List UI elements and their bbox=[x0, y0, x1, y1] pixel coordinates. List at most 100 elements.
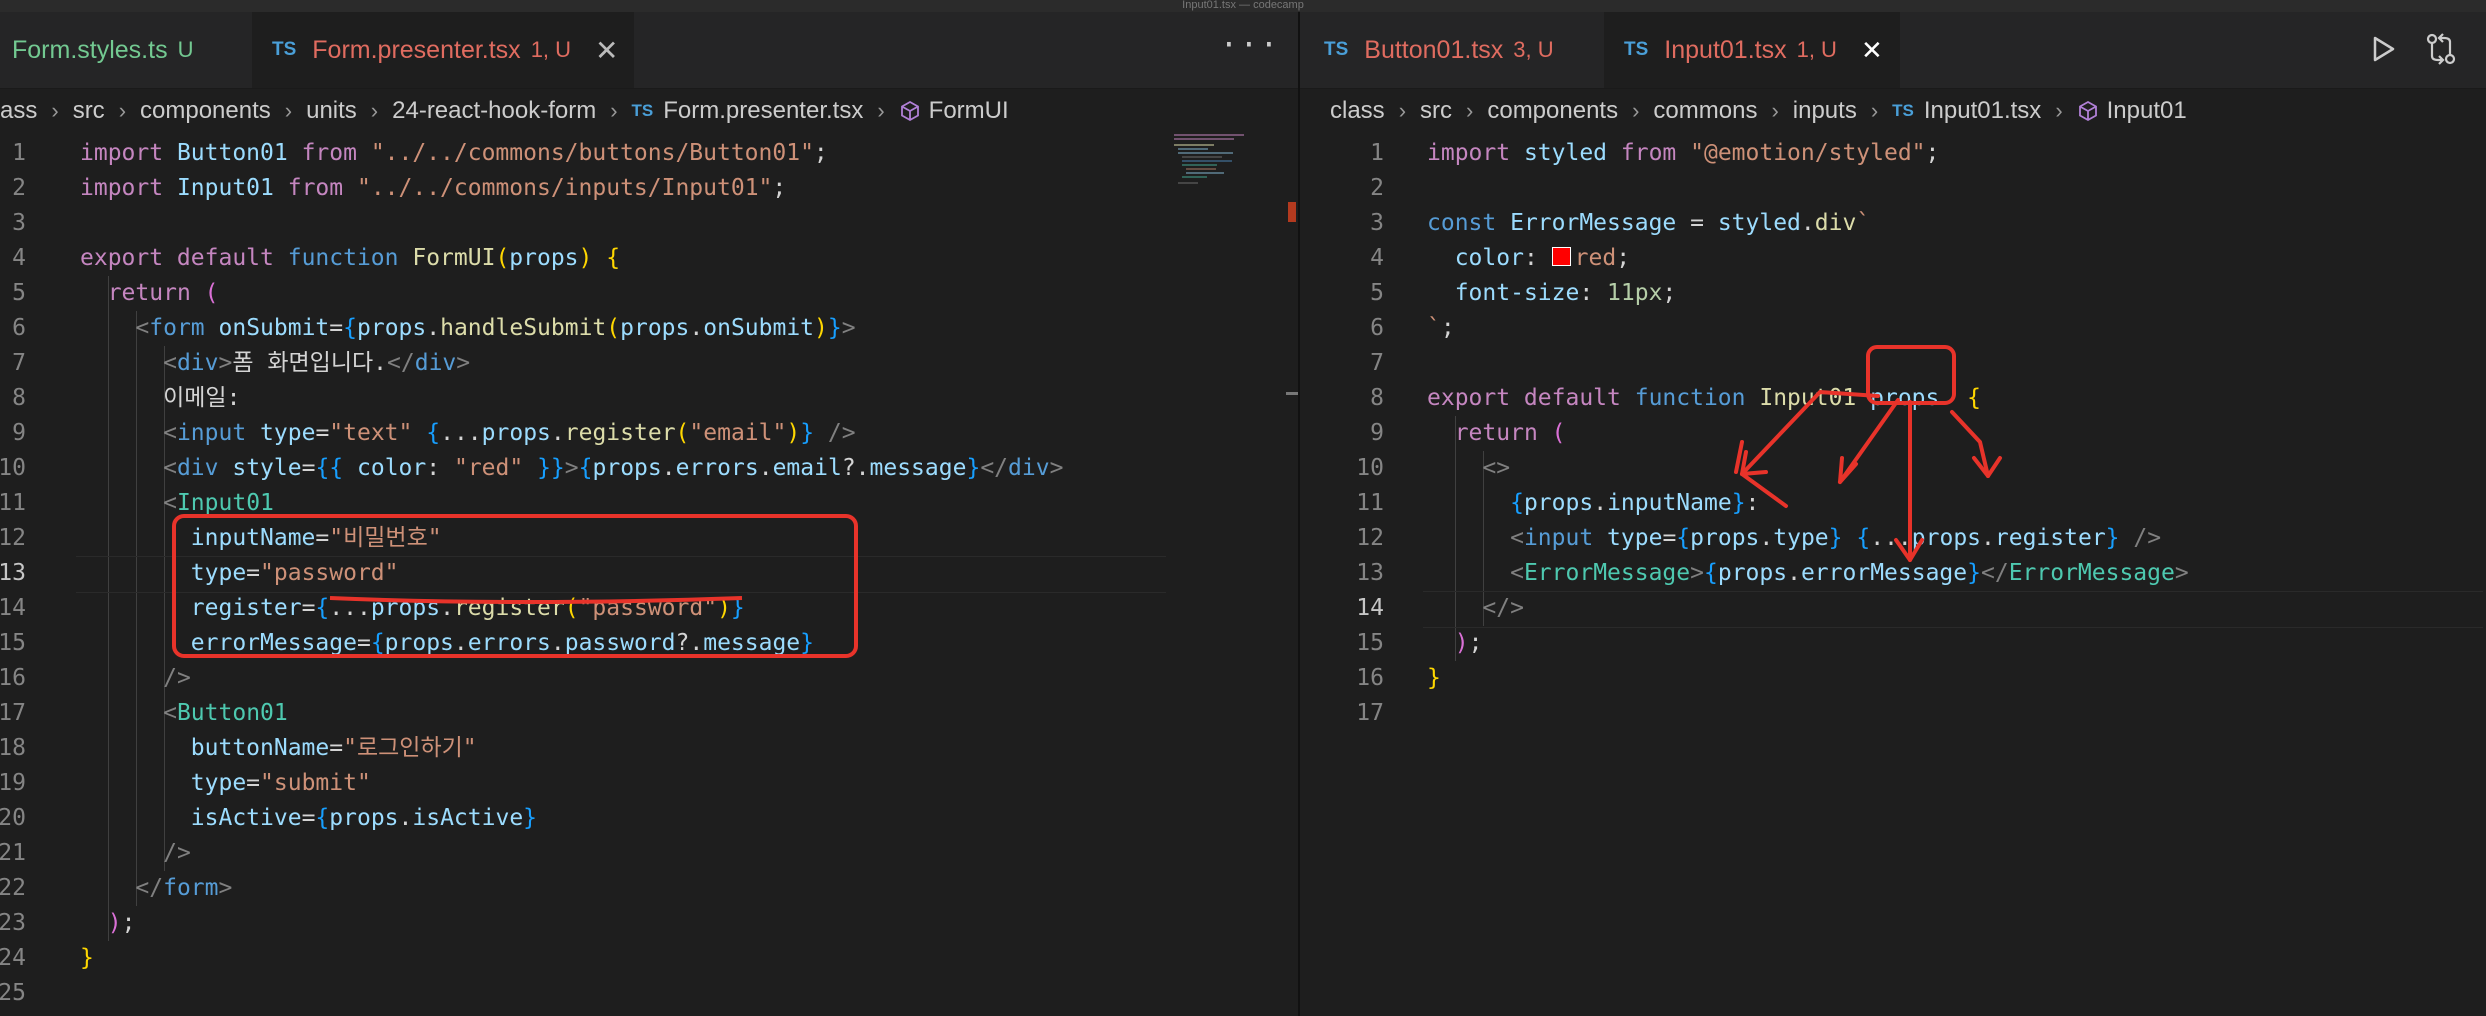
code-token: . bbox=[1593, 490, 1608, 516]
compare-changes-icon[interactable] bbox=[2424, 32, 2458, 66]
breadcrumb-item[interactable]: components bbox=[1487, 97, 1618, 125]
chevron-right-icon: › bbox=[1632, 98, 1640, 123]
code-line[interactable]: 17 bbox=[1300, 696, 2486, 731]
code-line[interactable]: 11 <Input01 bbox=[0, 486, 1298, 521]
code-line[interactable]: 15 ); bbox=[1300, 626, 2486, 661]
breadcrumb-item[interactable]: FormUI bbox=[929, 97, 1009, 125]
code-line[interactable]: 21 /> bbox=[0, 836, 1298, 871]
code-token: : bbox=[1745, 490, 1760, 516]
code-line[interactable]: 15 errorMessage={props.errors.password?.… bbox=[0, 626, 1298, 661]
code-line[interactable]: 9 return ( bbox=[1300, 416, 2486, 451]
code-text: export default function Input01 props { bbox=[1427, 381, 1981, 416]
breadcrumb-item[interactable]: commons bbox=[1653, 97, 1757, 125]
tab-button01[interactable]: TS Button01.tsx 3, U bbox=[1300, 12, 1626, 88]
breadcrumb-item[interactable]: Form.presenter.tsx bbox=[663, 97, 863, 125]
code-line[interactable]: 12 inputName="비밀번호" bbox=[0, 521, 1298, 556]
code-token: { bbox=[1856, 525, 1871, 551]
code-token: ( bbox=[606, 315, 621, 341]
code-line[interactable]: 12 <input type={props.type} {...props.re… bbox=[1300, 521, 2486, 556]
code-line[interactable]: 9 <input type="text" {...props.register(… bbox=[0, 416, 1298, 451]
code-line[interactable]: 5 font-size: 11px; bbox=[1300, 276, 2486, 311]
code-text: </form> bbox=[80, 871, 232, 906]
close-icon[interactable]: ✕ bbox=[1861, 35, 1883, 66]
code-line[interactable]: 11 {props.inputName}: bbox=[1300, 486, 2486, 521]
code-line[interactable]: 3 bbox=[0, 206, 1298, 241]
code-token: < bbox=[135, 315, 150, 341]
code-line[interactable]: 24} bbox=[0, 941, 1298, 976]
code-line[interactable]: 2 import Input01 from "../../commons/inpu… bbox=[0, 171, 1298, 206]
color-swatch-icon[interactable] bbox=[1551, 247, 1571, 266]
code-token: ... bbox=[440, 420, 482, 446]
code-line[interactable]: 7 bbox=[1300, 346, 2486, 381]
breadcrumb-item[interactable]: components bbox=[140, 97, 271, 125]
code-line[interactable]: 8 export default function Input01 props { bbox=[1300, 381, 2486, 416]
close-icon[interactable]: ✕ bbox=[595, 34, 618, 67]
code-text: export default function FormUI(props) { bbox=[80, 241, 620, 276]
code-line[interactable]: 17 <Button01 bbox=[0, 696, 1298, 731]
code-line[interactable]: 14 </> bbox=[1300, 591, 2486, 628]
breadcrumb-item[interactable]: inputs bbox=[1793, 97, 1857, 125]
code-token: > bbox=[841, 315, 856, 341]
breadcrumb-item[interactable]: class bbox=[1330, 97, 1385, 125]
code-line[interactable]: 14 register={...props.register("password… bbox=[0, 591, 1298, 626]
code-line[interactable]: 7 <div>폼 화면입니다.</div> bbox=[0, 346, 1298, 381]
code-token: . bbox=[426, 315, 441, 341]
breadcrumb: ass › src › components › units › 24-react-hook-f… bbox=[0, 90, 1298, 132]
code-line[interactable]: 10 <> bbox=[1300, 451, 2486, 486]
play-icon[interactable] bbox=[2368, 34, 2398, 64]
code-line[interactable]: 18 buttonName="로그인하기" bbox=[0, 731, 1298, 766]
code-line[interactable]: 2 bbox=[1300, 171, 2486, 206]
code-token: "../../commons/buttons/Button01" bbox=[370, 140, 814, 166]
code-line[interactable]: 1 import styled from "@emotion/styled"; bbox=[1300, 136, 2486, 171]
code-token: isActive bbox=[412, 805, 524, 831]
code-token: props bbox=[370, 595, 441, 621]
code-token: ) bbox=[1454, 630, 1469, 656]
code-token: } bbox=[800, 420, 815, 446]
tab-form-presenter[interactable]: TS Form.presenter.tsx 1, U ✕ bbox=[252, 12, 634, 88]
breadcrumb-item[interactable]: Input01 bbox=[2107, 97, 2187, 125]
code-line[interactable]: 19 type="submit" bbox=[0, 766, 1298, 801]
code-line[interactable]: 25 bbox=[0, 976, 1298, 1011]
code-line[interactable]: 13 type="password" bbox=[0, 556, 1298, 593]
symbol-method-icon bbox=[900, 100, 919, 122]
code-token: . bbox=[1759, 525, 1774, 551]
code-line[interactable]: 22 </form> bbox=[0, 871, 1298, 906]
code-line[interactable]: 6 `; bbox=[1300, 311, 2486, 346]
breadcrumb-item[interactable]: src bbox=[1420, 97, 1452, 125]
chevron-right-icon: › bbox=[284, 98, 293, 123]
more-actions-icon[interactable]: ··· bbox=[1220, 28, 1280, 63]
code-text: </> bbox=[1427, 591, 1524, 626]
minimap[interactable] bbox=[1170, 132, 1270, 192]
code-line[interactable]: 20 isActive={props.isActive} bbox=[0, 801, 1298, 836]
code-token: </> bbox=[1482, 595, 1524, 621]
code-line[interactable]: 5 return ( bbox=[0, 276, 1298, 311]
breadcrumb-item[interactable]: Input01.tsx bbox=[1924, 97, 2041, 125]
code-line[interactable]: 10 <div style={{ color: "red" }}>{props.… bbox=[0, 451, 1298, 486]
code-line[interactable]: 13 <ErrorMessage>{props.errorMessage}</E… bbox=[1300, 556, 2486, 591]
code-line[interactable]: 16} bbox=[1300, 661, 2486, 696]
code-line[interactable]: 8 이메일: bbox=[0, 381, 1298, 416]
breadcrumb-item[interactable]: src bbox=[73, 97, 105, 125]
code-line[interactable]: 16 /> bbox=[0, 661, 1298, 696]
code-line[interactable]: 6 <form onSubmit={props.handleSubmit(pro… bbox=[0, 311, 1298, 346]
code-line[interactable]: 1 import Button01 from "../../commons/but… bbox=[0, 136, 1298, 171]
line-number: 15 bbox=[0, 630, 26, 656]
code-text: 이메일: bbox=[80, 381, 240, 416]
tab-input01[interactable]: TS Input01.tsx 1, U ✕ bbox=[1604, 12, 1900, 88]
code-token: onSubmit bbox=[703, 315, 815, 341]
breadcrumb-item[interactable]: ass bbox=[0, 97, 37, 125]
scrollbar[interactable] bbox=[1286, 132, 1298, 1016]
code-line[interactable]: 23 ); bbox=[0, 906, 1298, 941]
code-line[interactable]: 3 const ErrorMessage = styled.div` bbox=[1300, 206, 2486, 241]
code-text: return ( bbox=[80, 276, 219, 311]
code-token: > bbox=[1690, 560, 1704, 586]
code-line[interactable]: 4 export default function FormUI(props) { bbox=[0, 241, 1298, 276]
code-line[interactable]: 4 color: red; bbox=[1300, 241, 2486, 276]
code-token: "비밀번호" bbox=[329, 525, 442, 551]
breadcrumb-item[interactable]: 24-react-hook-form bbox=[392, 97, 596, 125]
tab-form-styles[interactable]: Form.styles.ts U bbox=[0, 12, 262, 88]
breadcrumb-item[interactable]: units bbox=[306, 97, 357, 125]
